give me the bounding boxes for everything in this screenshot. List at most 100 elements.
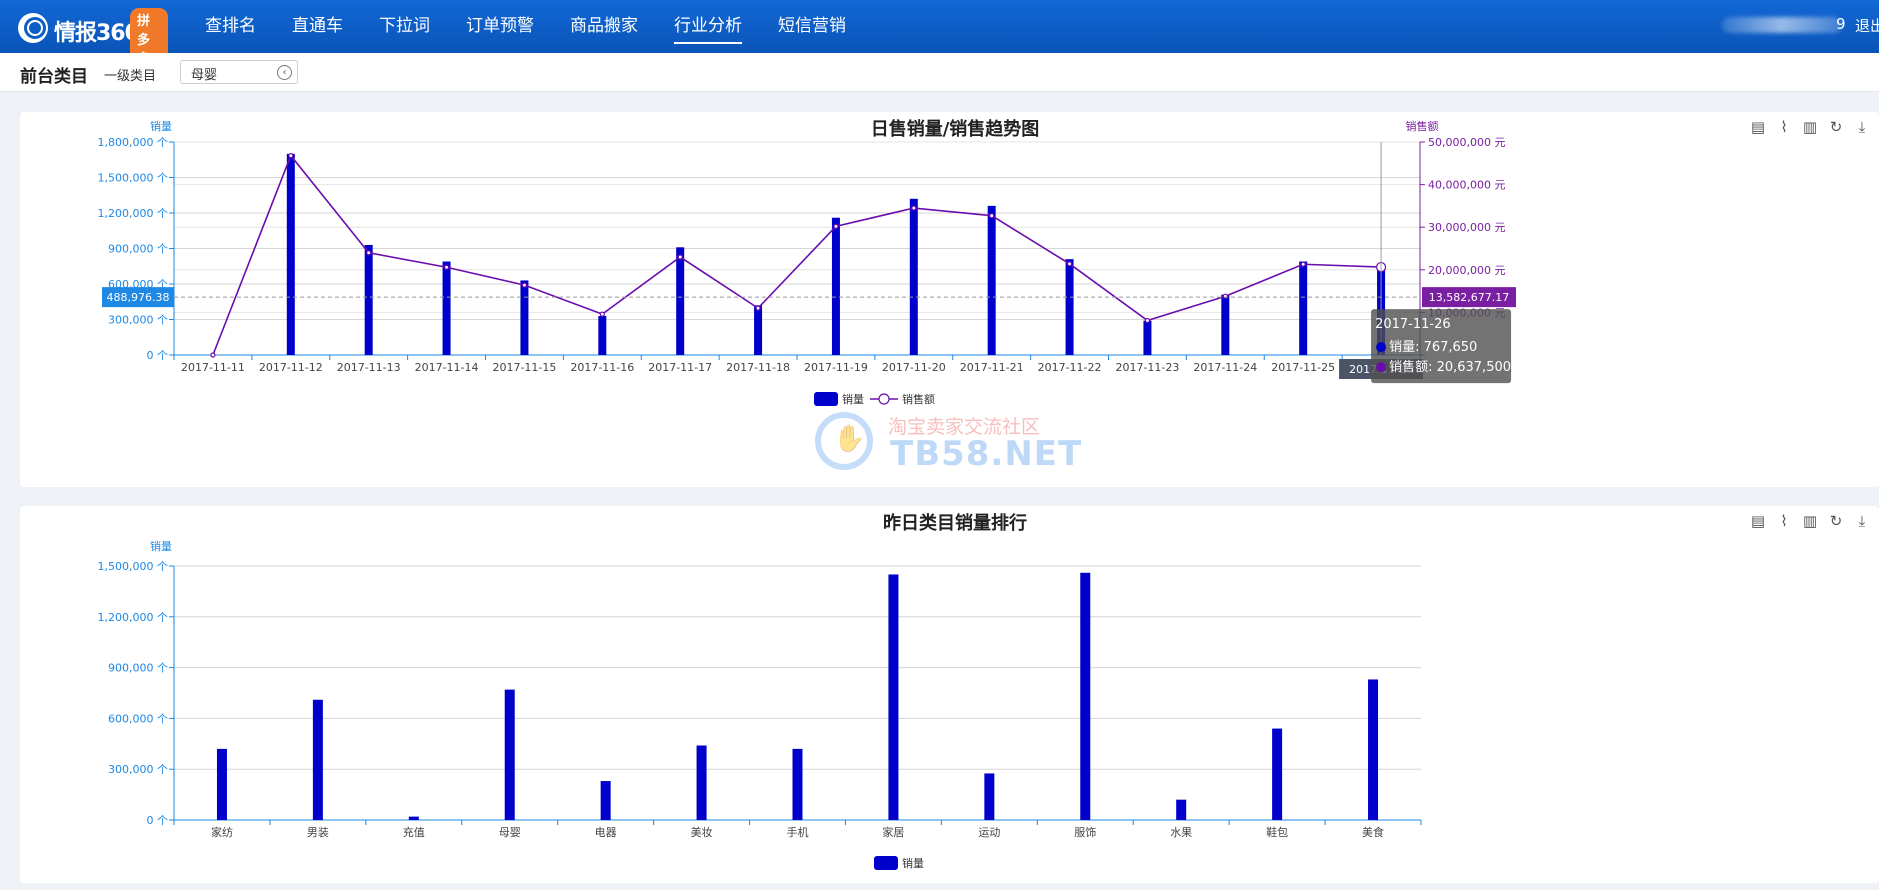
line-point xyxy=(521,282,528,288)
x-tick-label: 2017-11-23 xyxy=(1115,361,1179,374)
x-tick-label: 母婴 xyxy=(499,826,521,839)
y-tick-label-left: 0 个 xyxy=(147,349,169,362)
data-view-icon[interactable]: ▤ xyxy=(1749,118,1767,136)
nav-item-dropdown-words[interactable]: 下拉词 xyxy=(379,0,430,53)
y-axis-title: 销量 xyxy=(150,539,172,553)
x-tick-label: 美妆 xyxy=(691,826,713,839)
bar-category-sales xyxy=(792,748,803,820)
nav-item-sms-marketing[interactable]: 短信营销 xyxy=(778,0,846,53)
line-point xyxy=(1144,317,1151,324)
line-point xyxy=(1300,261,1306,267)
x-tick-label: 2017-11-19 xyxy=(804,361,868,374)
restore-icon[interactable]: ↻ xyxy=(1827,512,1845,530)
x-tick-label: 2017-11-17 xyxy=(648,361,712,374)
chart-title: 日售销量/销售趋势图 xyxy=(870,119,1040,140)
tooltip-date: 2017-11-26 xyxy=(1375,317,1451,332)
bar-category-sales xyxy=(312,699,323,820)
top-navigation-bar: 情报360 拼多多 查排名 直通车 下拉词 订单预警 商品搬家 行业分析 短信营… xyxy=(0,0,1879,69)
nav-item-product-move[interactable]: 商品搬家 xyxy=(570,0,638,53)
tooltip-marker-sales-amount xyxy=(1376,362,1387,373)
x-tick-label: 2017-11-20 xyxy=(882,361,946,374)
restore-icon[interactable]: ↻ xyxy=(1827,118,1845,136)
x-tick-label: 2017-11-12 xyxy=(259,361,323,374)
bar-sales-qty xyxy=(1221,294,1230,355)
bar-category-sales xyxy=(984,773,995,820)
bar-category-sales xyxy=(1272,728,1283,820)
nav-item-industry-analysis[interactable]: 行业分析 xyxy=(674,0,742,53)
bar-chart-icon[interactable]: ▥ xyxy=(1801,512,1819,530)
line-point xyxy=(989,213,995,219)
x-tick-label: 手机 xyxy=(787,825,809,839)
tooltip-line2: 销售额: 20,637,500 xyxy=(1389,359,1511,375)
x-tick-label: 充值 xyxy=(403,825,425,839)
bar-sales-qty xyxy=(364,244,373,355)
save-image-icon[interactable]: ⤓ xyxy=(1853,512,1871,530)
line-point xyxy=(366,250,372,256)
x-tick-label: 2017-11-15 xyxy=(492,361,556,374)
y-tick-label-left: 900,000 个 xyxy=(108,243,168,256)
line-point xyxy=(1066,261,1073,267)
username-tail: 9 xyxy=(1836,15,1846,33)
x-tick-label: 2017-11-14 xyxy=(415,361,479,374)
legend-marker-sales-qty xyxy=(814,392,838,406)
bar-sales-qty xyxy=(831,217,840,355)
logo-text: 情报360 xyxy=(54,21,140,46)
line-chart-icon[interactable]: ⌇ xyxy=(1775,512,1793,530)
legend-label-sales-qty: 销量 xyxy=(902,856,924,870)
bar-sales-qty xyxy=(909,198,918,355)
category-filter-bar: 前台类目 一级类目 母婴 ‹ xyxy=(0,53,1879,92)
crosshair-label-right: 13,582,677.17 xyxy=(1429,291,1509,304)
category-select-value: 母婴 xyxy=(191,68,218,83)
save-image-icon[interactable]: ⤓ xyxy=(1853,118,1871,136)
x-tick-label: 运动 xyxy=(978,826,1000,839)
data-view-icon[interactable]: ▤ xyxy=(1749,512,1767,530)
x-tick-label: 电器 xyxy=(595,826,617,839)
x-tick-label: 2017-11-25 xyxy=(1271,361,1335,374)
bar-category-sales xyxy=(216,748,227,820)
nav-item-ztc[interactable]: 直通车 xyxy=(292,0,343,53)
main-nav: 查排名 直通车 下拉词 订单预警 商品搬家 行业分析 短信营销 xyxy=(205,0,882,53)
y-tick-label: 600,000 个 xyxy=(108,712,168,725)
nav-item-rank[interactable]: 查排名 xyxy=(205,0,256,53)
legend-label-sales-amount: 销售额 xyxy=(902,392,935,406)
bar-sales-qty xyxy=(598,315,607,355)
bar-category-sales xyxy=(1368,679,1379,820)
category-select[interactable]: 母婴 ‹ xyxy=(180,60,298,84)
nav-item-order-alert[interactable]: 订单预警 xyxy=(466,0,534,53)
legend-label-sales-qty: 销量 xyxy=(842,392,864,406)
ranking-chart[interactable]: 0 个 300,000 个 600,000 个 900,000 个 1,200,000 … xyxy=(20,506,1879,883)
y-tick-label: 1,200,000 个 xyxy=(98,611,168,624)
x-tick-label: 2017-11-21 xyxy=(960,361,1024,374)
tooltip-marker-sales-qty xyxy=(1376,342,1387,353)
app-logo[interactable]: 情报360 拼多多 xyxy=(18,8,168,69)
bar-sales-qty xyxy=(754,305,763,355)
x-tick-label: 家纺 xyxy=(211,825,233,839)
line-point xyxy=(599,311,605,317)
bar-sales-qty xyxy=(676,247,685,355)
line-point xyxy=(288,153,294,159)
chart-toolbox: ▤ ⌇ ▥ ↻ ⤓ xyxy=(1749,118,1879,136)
y-tick-label-left: 1,500,000 个 xyxy=(98,172,168,185)
bar-category-sales xyxy=(1176,799,1187,820)
bar-sales-qty xyxy=(520,280,529,355)
chart-toolbox: ▤ ⌇ ▥ ↻ ⤓ xyxy=(1749,512,1879,530)
trend-chart[interactable]: 0 个300,000 个600,000 个900,000 个1,200,000 … xyxy=(20,112,1879,487)
bar-sales-qty xyxy=(1299,261,1308,355)
y-tick-label: 300,000 个 xyxy=(108,763,168,776)
category-ranking-panel: 昨日类目销量排行 ▤ ⌇ ▥ ↻ ⤓ 0 个 300,000 个 600,000 个… xyxy=(20,506,1879,883)
logout-link[interactable]: 退出 xyxy=(1855,15,1879,36)
line-chart-icon[interactable]: ⌇ xyxy=(1775,118,1793,136)
daily-trend-panel: 日售销量/销售趋势图 ▤ ⌇ ▥ ↻ ⤓ 0 个 300,000 个 600,000… xyxy=(20,112,1879,487)
bar-sales-qty xyxy=(987,205,996,355)
x-tick-label: 2017-11-13 xyxy=(337,361,401,374)
bar-category-sales xyxy=(504,689,515,820)
x-tick-label: 2017-11-11 xyxy=(181,361,245,374)
x-tick-label: 2017-11-18 xyxy=(726,361,790,374)
y-tick-label-right: 30,000,000 元 xyxy=(1428,221,1505,234)
clear-icon[interactable]: ‹ xyxy=(277,65,292,80)
bar-category-sales xyxy=(408,816,419,820)
tooltip-line1: 销量: 767,650 xyxy=(1389,340,1477,355)
bar-chart-icon[interactable]: ▥ xyxy=(1801,118,1819,136)
line-point xyxy=(210,352,216,358)
bar-category-sales xyxy=(600,781,611,820)
